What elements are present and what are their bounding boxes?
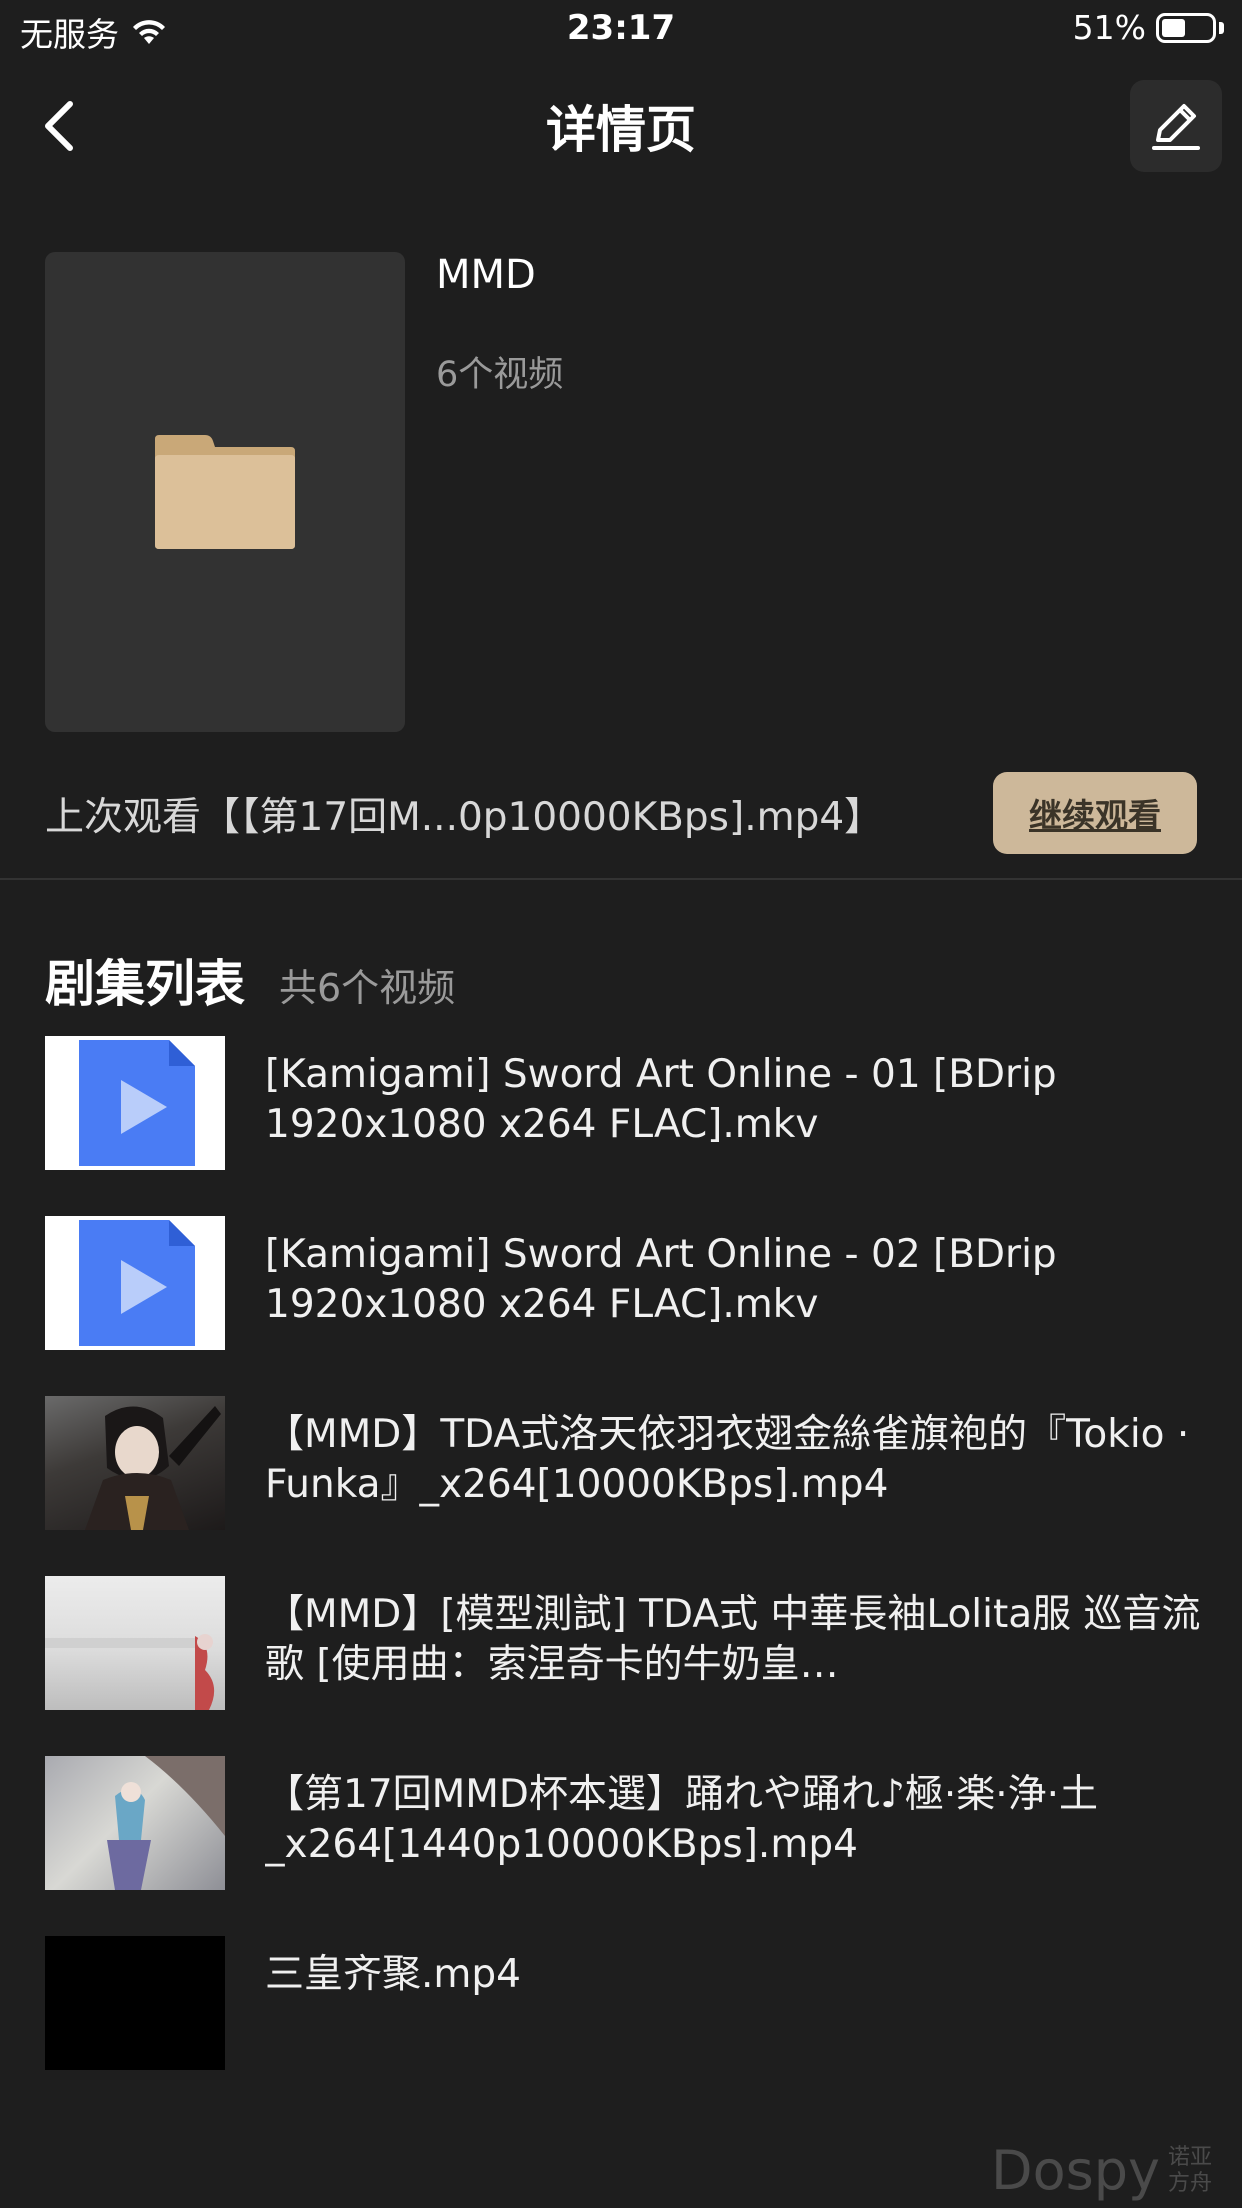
episode-thumbnail xyxy=(45,1036,225,1170)
page-title: 详情页 xyxy=(546,101,696,159)
video-thumbnail-image xyxy=(85,1406,221,1530)
episode-item[interactable]: 【MMD】TDA式洛天依羽衣翅金絲雀旗袍的『Tokio · Funka』_x26… xyxy=(45,1396,1205,1576)
episode-title: 【MMD】TDA式洛天依羽衣翅金絲雀旗袍的『Tokio · Funka』_x26… xyxy=(265,1412,1190,1507)
episode-item[interactable]: [Kamigami] Sword Art Online - 02 [BDrip … xyxy=(45,1216,1205,1396)
episode-item[interactable]: 三皇齐聚.mp4 xyxy=(45,1936,1205,2116)
episode-thumbnail xyxy=(45,1396,225,1530)
episode-list-heading: 剧集列表 xyxy=(45,955,245,1013)
folder-icon xyxy=(155,435,295,549)
episode-thumbnail xyxy=(45,1576,225,1710)
battery-percent: 51% xyxy=(1072,8,1146,47)
folder-video-count: 6个视频 xyxy=(436,355,564,395)
video-thumbnail-image xyxy=(107,1756,225,1890)
episode-title: [Kamigami] Sword Art Online - 01 [BDrip … xyxy=(265,1052,1057,1147)
episode-title: 三皇齐聚.mp4 xyxy=(265,1952,521,1997)
last-watched-text: 上次观看【【第17回M...0p10000KBps].mp4】 xyxy=(45,795,884,840)
watermark-brand: Dospy xyxy=(990,2139,1160,2202)
status-bar: 无服务 23:17 51% xyxy=(0,0,1242,62)
status-time: 23:17 xyxy=(566,8,676,48)
watermark-subtext: 诺亚 方舟 xyxy=(1167,2144,1212,2196)
navigation-bar: 详情页 xyxy=(0,62,1242,192)
episode-item[interactable]: 【第17回MMD杯本選】踊れや踊れ♪極·楽·浄·土_x264[1440p1000… xyxy=(45,1756,1205,1936)
video-thumbnail-image xyxy=(45,1634,215,1710)
folder-cover xyxy=(45,252,405,732)
episode-thumbnail xyxy=(45,1216,225,1350)
episode-title: 【MMD】[模型測試] TDA式 中華長袖Lolita服 巡音流歌 [使用曲：索… xyxy=(265,1592,1201,1687)
episode-title: 【第17回MMD杯本選】踊れや踊れ♪極·楽·浄·土_x264[1440p1000… xyxy=(265,1772,1099,1867)
episode-title: [Kamigami] Sword Art Online - 02 [BDrip … xyxy=(265,1232,1057,1327)
continue-watching-button[interactable]: 继续观看 xyxy=(993,772,1197,854)
episode-thumbnail xyxy=(45,1756,225,1890)
episode-list: [Kamigami] Sword Art Online - 01 [BDrip … xyxy=(45,1036,1205,2116)
episode-item[interactable]: [Kamigami] Sword Art Online - 01 [BDrip … xyxy=(45,1036,1205,1216)
battery-status: 51% xyxy=(1073,8,1224,47)
episode-list-header: 剧集列表 共6个视频 xyxy=(45,944,455,1016)
episode-thumbnail xyxy=(45,1936,225,2070)
divider xyxy=(0,878,1242,880)
battery-icon xyxy=(1156,12,1216,43)
video-file-icon xyxy=(79,1220,195,1346)
episode-item[interactable]: 【MMD】[模型測試] TDA式 中華長袖Lolita服 巡音流歌 [使用曲：索… xyxy=(45,1576,1205,1756)
episode-list-count: 共6个视频 xyxy=(279,966,456,1010)
watermark: Dospy 诺亚 方舟 xyxy=(991,2139,1212,2202)
pencil-icon xyxy=(1152,104,1200,150)
folder-name: MMD xyxy=(436,252,536,298)
edit-button[interactable] xyxy=(1130,80,1222,172)
video-file-icon xyxy=(79,1040,195,1166)
